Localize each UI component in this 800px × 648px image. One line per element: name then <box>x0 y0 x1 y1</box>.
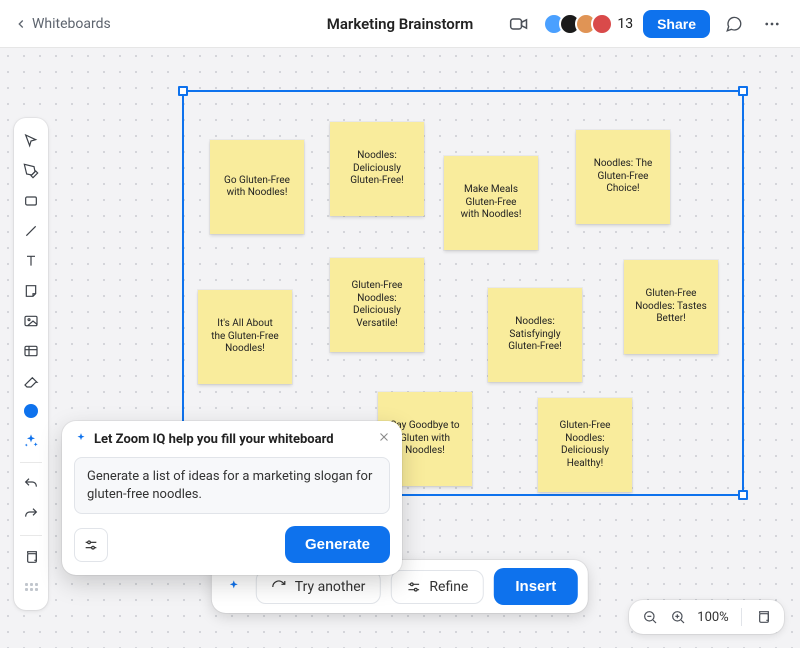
image-tool[interactable] <box>19 309 43 333</box>
avatar <box>591 13 613 35</box>
generate-button[interactable]: Generate <box>285 526 390 563</box>
color-tool[interactable] <box>19 399 43 423</box>
ai-panel-header: Let Zoom IQ help you fill your whiteboar… <box>74 431 390 447</box>
resize-handle-br[interactable] <box>738 490 748 500</box>
ai-panel-title: Let Zoom IQ help you fill your whiteboar… <box>94 432 334 447</box>
tool-palette <box>14 118 48 610</box>
app-header: Whiteboards Marketing Brainstorm 13 Shar… <box>0 0 800 48</box>
share-button[interactable]: Share <box>643 10 710 38</box>
ai-sparkle-tool[interactable] <box>19 429 43 453</box>
drag-handle[interactable] <box>19 575 43 599</box>
sticky-note[interactable]: Noodles: Satisfyingly Gluten-Free! <box>488 288 582 382</box>
back-to-whiteboards[interactable]: Whiteboards <box>14 16 111 32</box>
pen-tool[interactable] <box>19 159 43 183</box>
zoom-out-button[interactable] <box>639 606 661 628</box>
ai-settings-button[interactable] <box>74 528 108 562</box>
sticky-note[interactable]: Noodles: The Gluten-Free Choice! <box>576 130 670 224</box>
resize-handle-tl[interactable] <box>178 86 188 96</box>
ai-panel-actions: Generate <box>74 526 390 563</box>
zoom-controls: 100% <box>629 600 784 634</box>
participant-avatars[interactable]: 13 <box>543 13 633 35</box>
line-tool[interactable] <box>19 219 43 243</box>
ai-panel: Let Zoom IQ help you fill your whiteboar… <box>62 421 402 575</box>
sparkle-icon <box>222 579 246 595</box>
text-tool[interactable] <box>19 249 43 273</box>
undo-button[interactable] <box>19 472 43 496</box>
canvas-wrap: Go Gluten-Free with Noodles! Noodles: Del… <box>0 48 800 648</box>
try-another-label: Try another <box>295 579 366 595</box>
shape-tool[interactable] <box>19 189 43 213</box>
sticky-note[interactable]: Gluten-Free Noodles: Deliciously Versati… <box>330 258 424 352</box>
table-tool[interactable] <box>19 339 43 363</box>
ai-prompt-input[interactable]: Generate a list of ideas for a marketing… <box>74 457 390 514</box>
cursor-tool[interactable] <box>19 129 43 153</box>
sticky-note[interactable]: Go Gluten-Free with Noodles! <box>210 140 304 234</box>
zoom-in-button[interactable] <box>667 606 689 628</box>
sparkle-icon <box>74 432 88 446</box>
sticky-note-tool[interactable] <box>19 279 43 303</box>
redo-button[interactable] <box>19 502 43 526</box>
close-icon[interactable] <box>378 431 390 447</box>
refine-label: Refine <box>429 579 468 595</box>
video-icon[interactable] <box>505 10 533 38</box>
sticky-note[interactable]: Gluten-Free Noodles: Tastes Better! <box>624 260 718 354</box>
more-icon[interactable] <box>758 10 786 38</box>
zoom-level[interactable]: 100% <box>695 610 731 625</box>
participant-count: 13 <box>617 16 633 32</box>
templates-button[interactable] <box>19 545 43 569</box>
refine-button[interactable]: Refine <box>390 570 483 604</box>
sticky-note[interactable]: Noodles: Deliciously Gluten-Free! <box>330 122 424 216</box>
refresh-icon <box>271 579 287 595</box>
header-actions: 13 Share <box>505 10 786 38</box>
sticky-note[interactable]: Make Meals Gluten-Free with Noodles! <box>444 156 538 250</box>
back-label: Whiteboards <box>32 16 111 32</box>
sliders-icon <box>405 579 421 595</box>
sticky-note[interactable]: Gluten-Free Noodles: Deliciously Healthy… <box>538 398 632 492</box>
eraser-tool[interactable] <box>19 369 43 393</box>
fit-to-screen-button[interactable] <box>752 606 774 628</box>
comment-icon[interactable] <box>720 10 748 38</box>
chevron-left-icon <box>14 17 28 31</box>
insert-button[interactable]: Insert <box>493 568 578 605</box>
sticky-note[interactable]: It's All About the Gluten-Free Noodles! <box>198 290 292 384</box>
resize-handle-tr[interactable] <box>738 86 748 96</box>
